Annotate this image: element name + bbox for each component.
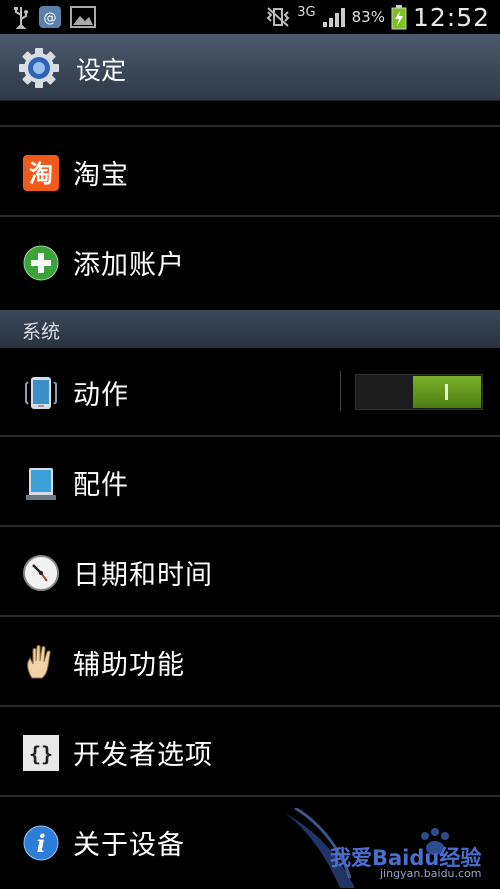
system-item-date-time[interactable]: 日期和时间 bbox=[0, 528, 500, 617]
motion-phone-icon bbox=[25, 377, 57, 409]
taobao-icon: 淘 bbox=[23, 155, 59, 191]
system-item-accessibility[interactable]: 辅助功能 bbox=[0, 618, 500, 707]
action-bar: 设定 bbox=[0, 34, 500, 101]
clock-icon bbox=[23, 555, 59, 591]
network-type: 3G bbox=[297, 4, 316, 20]
usb-icon bbox=[14, 7, 28, 29]
accessory-phone-icon bbox=[26, 468, 56, 500]
gallery-icon bbox=[70, 6, 96, 28]
settings-gear-icon[interactable] bbox=[18, 47, 60, 89]
section-label: 系统 bbox=[22, 321, 61, 343]
system-item-accessory[interactable]: 配件 bbox=[0, 438, 500, 527]
developer-braces-icon: {} bbox=[23, 735, 59, 771]
toggle-on-indicator bbox=[445, 384, 448, 400]
motion-label: 动作 bbox=[73, 380, 129, 411]
accessibility-label: 辅助功能 bbox=[73, 650, 185, 681]
divider bbox=[0, 705, 500, 707]
app-notification-icon: @ bbox=[39, 6, 61, 28]
svg-text:@: @ bbox=[44, 11, 57, 26]
page-title: 设定 bbox=[76, 56, 127, 85]
hand-icon bbox=[27, 645, 51, 679]
divider bbox=[0, 525, 500, 527]
svg-text:i: i bbox=[36, 829, 45, 858]
battery-percent: 83% bbox=[351, 8, 385, 26]
signal-icon bbox=[322, 8, 345, 27]
account-label: 淘宝 bbox=[73, 160, 129, 191]
about-device-label: 关于设备 bbox=[73, 830, 185, 861]
vibrate-icon bbox=[266, 7, 290, 27]
svg-text:{}: {} bbox=[29, 742, 53, 766]
divider bbox=[0, 215, 500, 217]
developer-options-label: 开发者选项 bbox=[73, 740, 213, 771]
motion-toggle[interactable] bbox=[355, 374, 483, 410]
toggle-on-thumb bbox=[413, 376, 481, 408]
add-account-item[interactable]: 添加账户 bbox=[0, 218, 500, 307]
divider bbox=[0, 435, 500, 437]
battery-charging-icon bbox=[391, 5, 407, 30]
divider bbox=[0, 615, 500, 617]
svg-text:淘: 淘 bbox=[29, 160, 53, 188]
status-clock: 12:52 bbox=[412, 2, 490, 32]
divider bbox=[0, 795, 500, 797]
system-item-motion[interactable]: 动作 bbox=[0, 348, 500, 437]
status-bar: @ 3G 83% 12:52 bbox=[0, 0, 500, 34]
add-icon bbox=[23, 245, 59, 281]
account-item-taobao[interactable]: 淘 淘宝 bbox=[0, 128, 500, 217]
info-icon: i bbox=[23, 825, 59, 861]
toggle-separator bbox=[340, 371, 341, 411]
system-item-developer-options[interactable]: {} 开发者选项 bbox=[0, 708, 500, 797]
divider bbox=[0, 125, 500, 127]
section-header-system: 系统 bbox=[0, 310, 500, 348]
watermark-url: jingyan.baidu.com bbox=[380, 867, 482, 880]
accessory-label: 配件 bbox=[73, 470, 129, 501]
add-account-label: 添加账户 bbox=[73, 250, 185, 281]
date-time-label: 日期和时间 bbox=[73, 560, 213, 591]
